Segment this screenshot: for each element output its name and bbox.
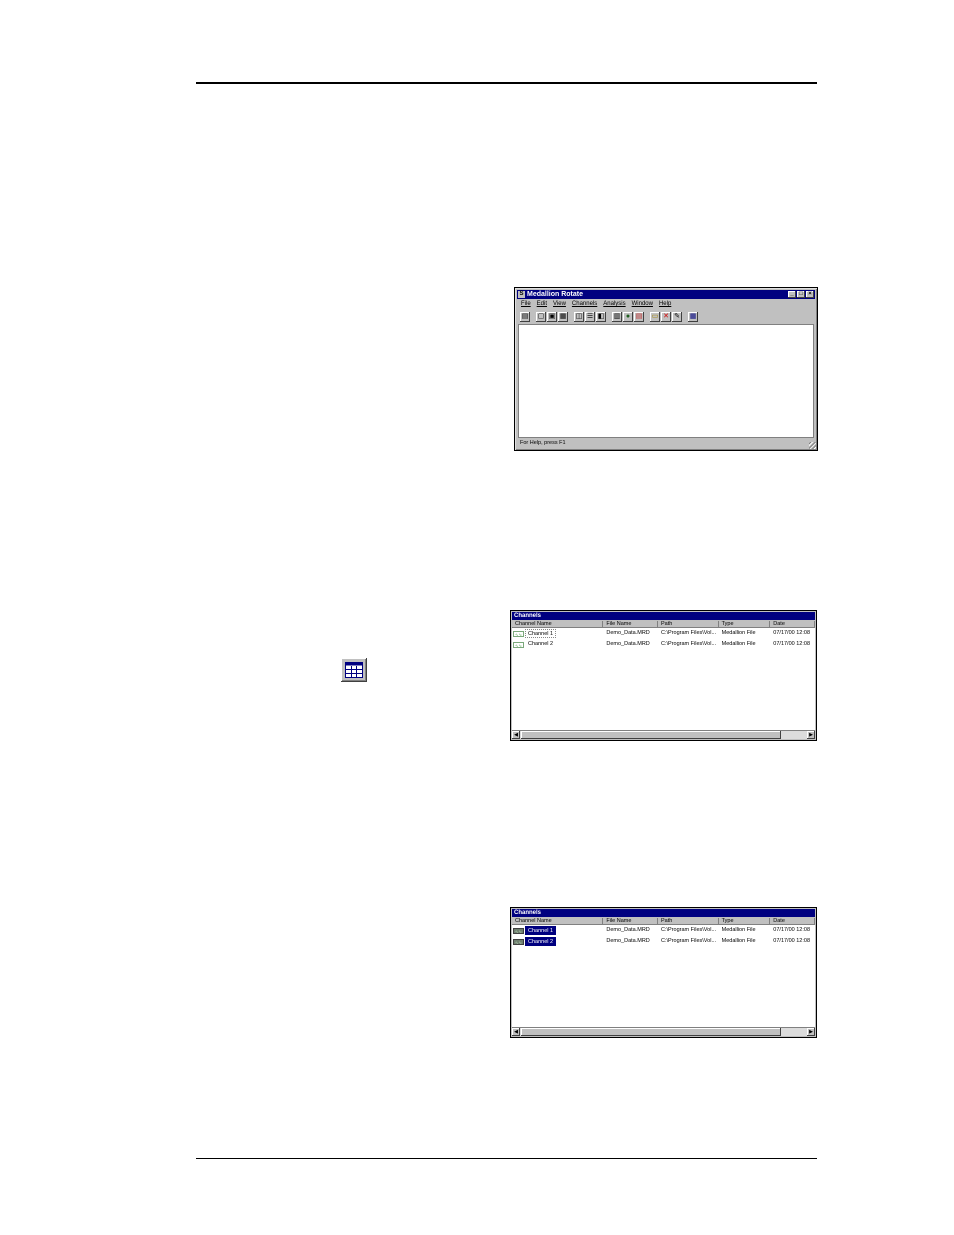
- waveform-icon: ∿∿: [513, 938, 524, 945]
- path: C:\Program Files\Vol...: [661, 938, 717, 944]
- globe-icon[interactable]: ●: [623, 311, 633, 322]
- maximize-button[interactable]: □: [797, 291, 805, 298]
- column-header-date[interactable]: Date: [770, 918, 815, 925]
- channels-window-1: Channels Channel Name File Name Path Typ…: [510, 610, 817, 741]
- file-name: Demo_Data.MRD: [606, 938, 650, 944]
- bottom-rule: [196, 1158, 817, 1159]
- menu-view[interactable]: View: [553, 300, 566, 309]
- channel-name: Channel 1: [525, 629, 557, 638]
- file-name: Demo_Data.MRD: [606, 641, 650, 647]
- channel-name: Channel 2: [525, 937, 557, 946]
- menu-help[interactable]: Help: [659, 300, 671, 309]
- minimize-button[interactable]: _: [788, 291, 796, 298]
- table-row[interactable]: ∿∿ Channel 2 Demo_Data.MRD C:\Program Fil…: [512, 639, 815, 650]
- scroll-thumb[interactable]: [521, 731, 781, 739]
- channels-window-2: Channels Channel Name File Name Path Typ…: [510, 907, 817, 1038]
- waveform-icon: ∿∿: [513, 630, 524, 637]
- path: C:\Program Files\Vol...: [661, 630, 717, 636]
- menu-channels[interactable]: Channels: [572, 300, 597, 309]
- path: C:\Program Files\Vol...: [661, 641, 717, 647]
- close-button[interactable]: ×: [806, 291, 814, 298]
- app-title: Medallion Rotate: [527, 291, 584, 298]
- menu-edit[interactable]: Edit: [537, 300, 547, 309]
- graph-icon[interactable]: ▤: [634, 311, 644, 322]
- page-icon[interactable]: ▣: [547, 311, 557, 322]
- date: 07/17/00 12:08: [773, 641, 810, 647]
- file-name: Demo_Data.MRD: [606, 630, 650, 636]
- type: Medallion File: [721, 938, 756, 944]
- bar-chart-icon[interactable]: ▥: [612, 311, 622, 322]
- menu-file[interactable]: File: [521, 300, 531, 309]
- tile-vertical-icon[interactable]: ◧: [596, 311, 606, 322]
- waveform-icon: ∿∿: [513, 641, 524, 648]
- file-name: Demo_Data.MRD: [606, 927, 650, 933]
- column-header-channel-name[interactable]: Channel Name: [512, 621, 604, 628]
- open-file-icon[interactable]: ▤: [520, 311, 530, 322]
- column-header-file-name[interactable]: File Name: [603, 918, 659, 925]
- scroll-left-icon[interactable]: ◀: [512, 1028, 520, 1036]
- app-window: S Medallion Rotate _ □ × File Edit View C…: [514, 287, 818, 451]
- menu-window[interactable]: Window: [632, 300, 653, 309]
- date: 07/17/00 12:08: [773, 927, 810, 933]
- app-icon: S: [518, 291, 525, 298]
- app-titlebar[interactable]: S Medallion Rotate _ □ ×: [517, 290, 815, 299]
- print-preview-icon[interactable]: ▢: [536, 311, 546, 322]
- add-channel-icon[interactable]: ▭: [650, 311, 660, 322]
- menu-bar: File Edit View Channels Analysis Window …: [518, 300, 814, 309]
- column-header-type[interactable]: Type: [718, 621, 771, 628]
- column-header-file-name[interactable]: File Name: [603, 621, 659, 628]
- mdi-client-area: [518, 324, 814, 438]
- channels-list-1-header: Channel Name File Name Path Type Date: [512, 621, 815, 628]
- channels-list-2-header: Channel Name File Name Path Type Date: [512, 918, 815, 925]
- table-row[interactable]: ∿∿ Channel 2 Demo_Data.MRD C:\Program Fil…: [512, 936, 815, 947]
- channel-name: Channel 2: [528, 641, 554, 647]
- toolbar: ▤ ▢ ▣ ▦ ◫ ☰ ◧ ▥ ● ▤ ▭ ✕ ✎ ▦: [518, 310, 814, 323]
- menu-analysis[interactable]: Analysis: [603, 300, 625, 309]
- type: Medallion File: [721, 927, 756, 933]
- scroll-thumb[interactable]: [521, 1028, 781, 1036]
- channels-window-2-title[interactable]: Channels: [512, 909, 815, 917]
- date: 07/17/00 12:08: [773, 630, 810, 636]
- table-row[interactable]: ∿∿ Channel 1 Demo_Data.MRD C:\Program Fil…: [512, 628, 815, 639]
- waveform-icon: ∿∿: [513, 927, 524, 934]
- scroll-right-icon[interactable]: ▶: [807, 1028, 815, 1036]
- print-icon[interactable]: ▦: [558, 311, 568, 322]
- cascade-icon[interactable]: ◫: [574, 311, 584, 322]
- edit-icon[interactable]: ✎: [672, 311, 682, 322]
- table-row[interactable]: ∿∿ Channel 1 Demo_Data.MRD C:\Program Fil…: [512, 925, 815, 936]
- column-header-channel-name[interactable]: Channel Name: [512, 918, 604, 925]
- column-header-path[interactable]: Path: [658, 621, 719, 628]
- horizontal-scrollbar[interactable]: ◀ ▶: [512, 1027, 815, 1036]
- status-bar: For Help, press F1: [520, 440, 566, 446]
- type: Medallion File: [721, 641, 756, 647]
- horizontal-scrollbar[interactable]: ◀ ▶: [512, 730, 815, 739]
- channels-window-1-title[interactable]: Channels: [512, 612, 815, 620]
- channel-name: Channel 1: [525, 926, 557, 935]
- column-header-path[interactable]: Path: [658, 918, 719, 925]
- scroll-left-icon[interactable]: ◀: [512, 731, 520, 739]
- resize-grip-icon[interactable]: [809, 442, 816, 449]
- channels-list-2: Channel Name File Name Path Type Date ∿∿…: [512, 918, 815, 1027]
- channels-table-button-icon: [341, 658, 367, 682]
- type: Medallion File: [721, 630, 756, 636]
- top-rule: [196, 82, 817, 84]
- delete-icon[interactable]: ✕: [661, 311, 671, 322]
- tile-horizontal-icon[interactable]: ☰: [585, 311, 595, 322]
- column-header-type[interactable]: Type: [718, 918, 771, 925]
- channels-list-1: Channel Name File Name Path Type Date ∿∿…: [512, 621, 815, 730]
- column-header-date[interactable]: Date: [770, 621, 815, 628]
- scroll-right-icon[interactable]: ▶: [807, 731, 815, 739]
- path: C:\Program Files\Vol...: [661, 927, 717, 933]
- date: 07/17/00 12:08: [773, 938, 810, 944]
- channels-table-icon[interactable]: ▦: [688, 311, 698, 322]
